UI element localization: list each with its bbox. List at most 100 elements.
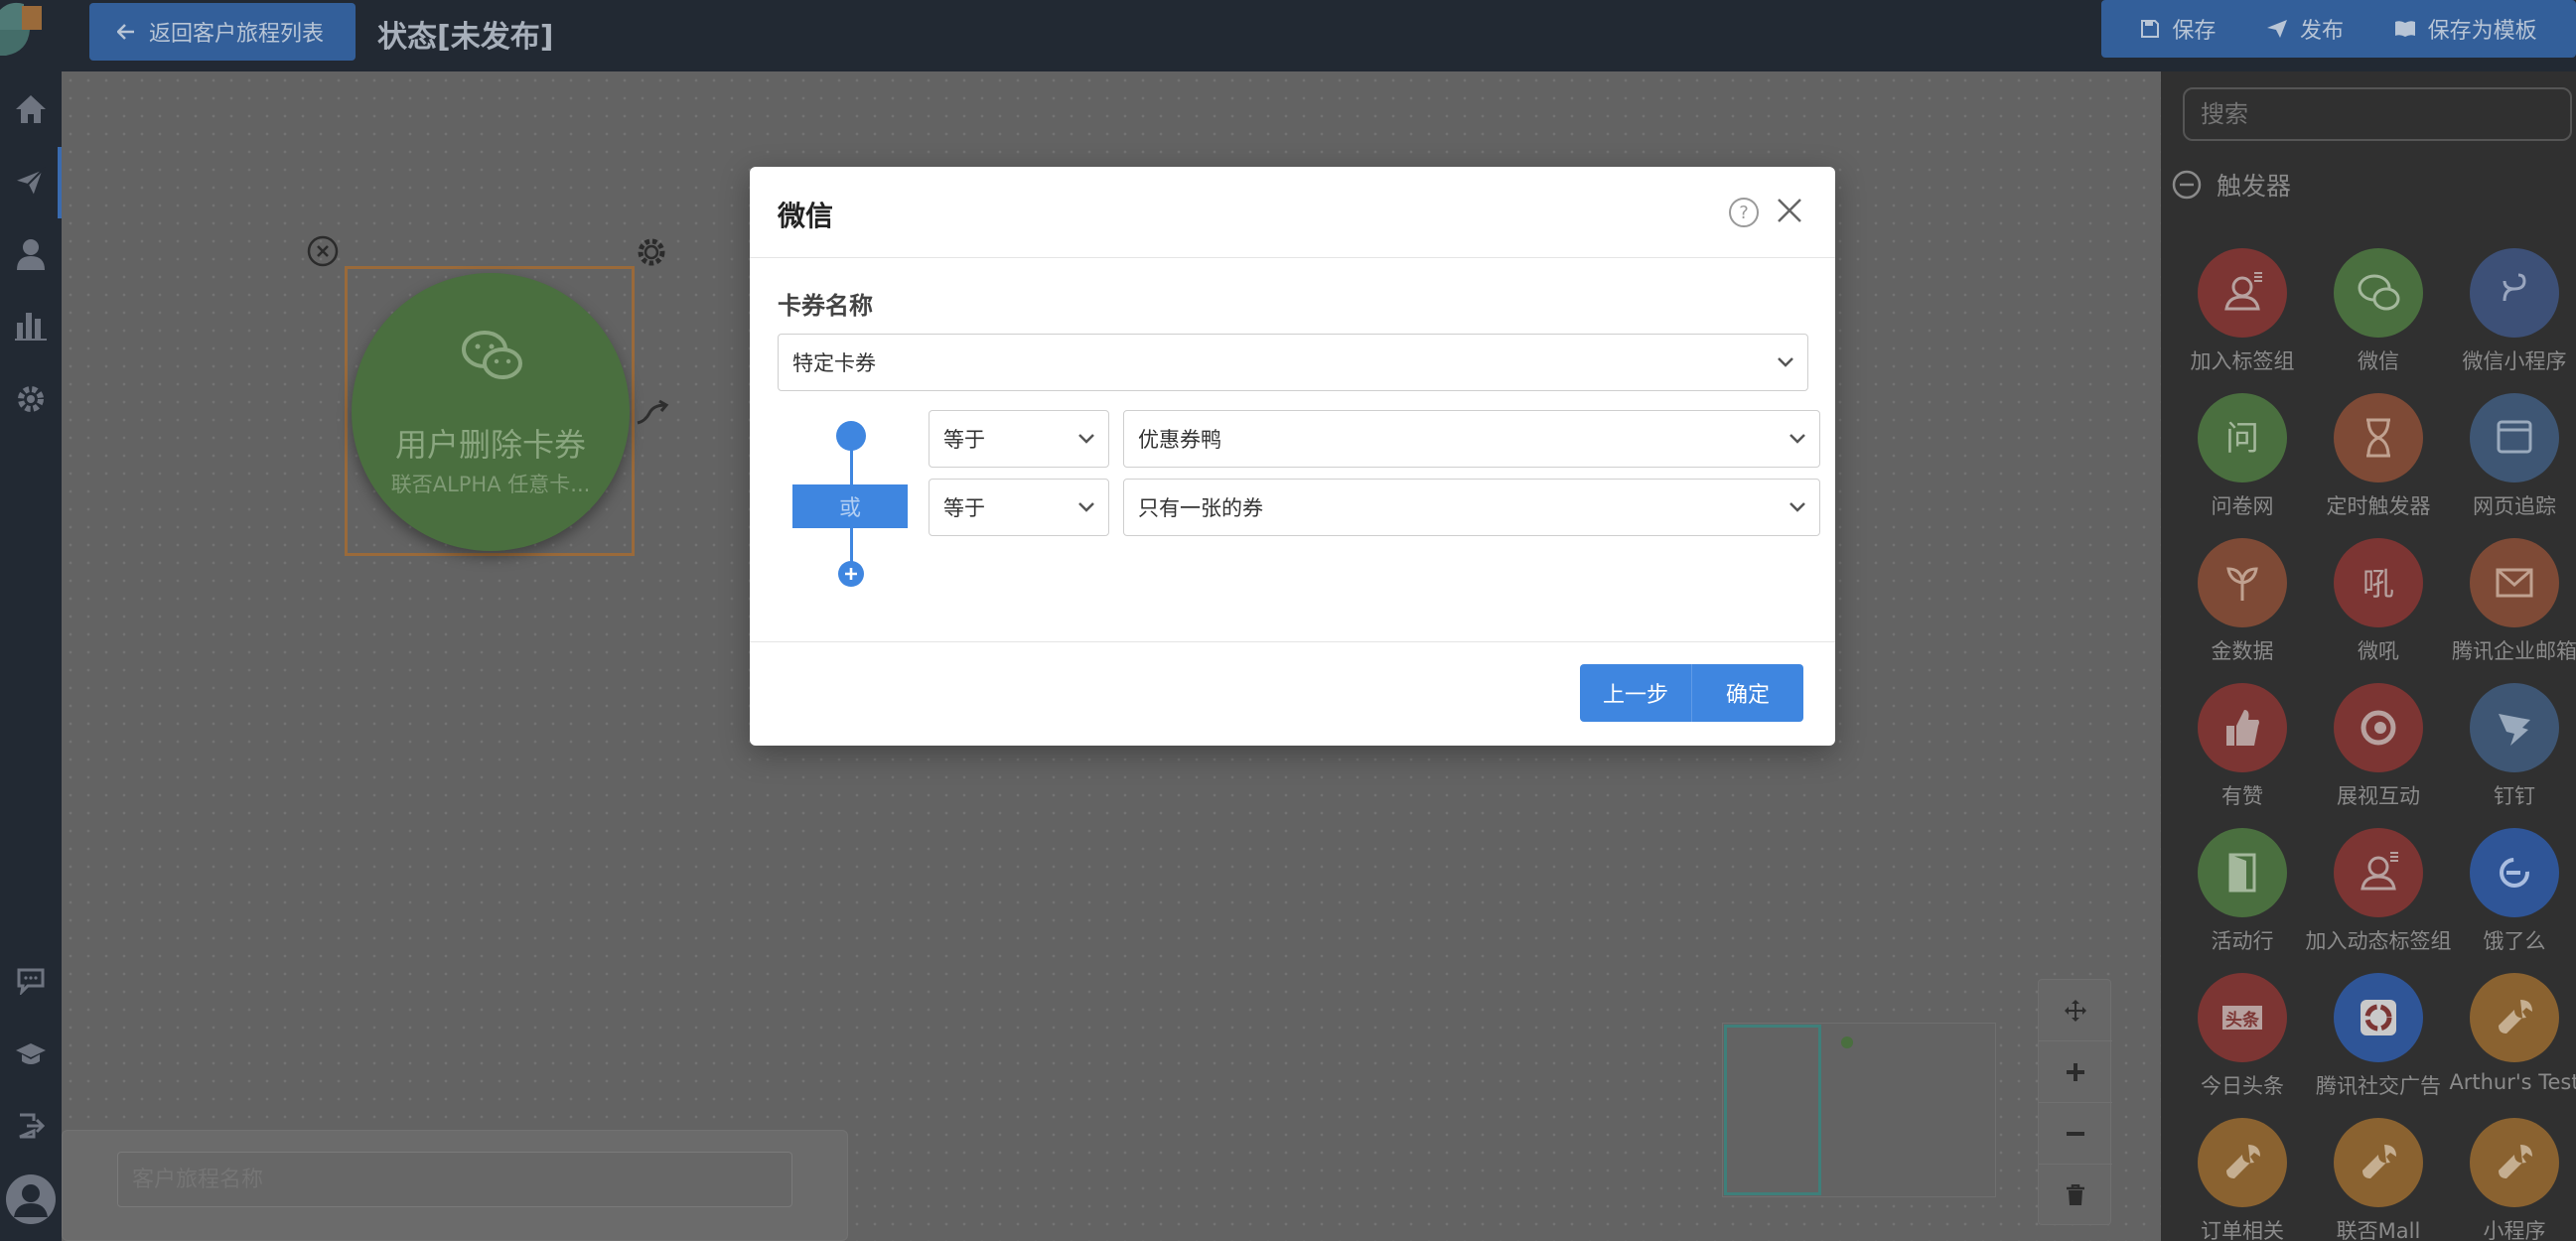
previous-step-button[interactable]: 上一步 <box>1580 664 1692 722</box>
save-as-template-button[interactable]: 保存为模板 <box>2394 13 2537 45</box>
trigger-tile[interactable]: 腾讯社交广告 <box>2306 973 2451 1118</box>
trigger-tile[interactable]: 问问卷网 <box>2170 393 2315 538</box>
trigger-tile[interactable]: 展视互动 <box>2306 683 2451 828</box>
trigger-tile[interactable]: 定时触发器 <box>2306 393 2451 538</box>
operator-value: 等于 <box>943 496 985 520</box>
minimap-viewport[interactable] <box>1724 1025 1821 1195</box>
publish-button[interactable]: 发布 <box>2266 13 2344 45</box>
trigger-tile-badge <box>2334 973 2423 1062</box>
svg-text:吼: 吼 <box>2362 565 2394 603</box>
top-actions: 保存 发布 保存为模板 <box>2101 0 2576 58</box>
trigger-tile-label: 腾讯企业邮箱 <box>2452 639 2576 663</box>
app-logo <box>0 0 48 58</box>
trigger-tile[interactable]: 金数据 <box>2170 538 2315 683</box>
minimap-node <box>1841 1036 1853 1048</box>
trigger-tile-badge <box>2198 538 2287 627</box>
left-sidebar <box>0 0 62 1241</box>
arrow-left-icon <box>117 24 134 40</box>
svg-text:问: 问 <box>2225 419 2259 459</box>
trigger-tile[interactable]: 订单相关 <box>2170 1118 2315 1241</box>
trigger-tile[interactable]: 加入标签组 <box>2170 248 2315 393</box>
graduation-cap-icon <box>16 1043 46 1064</box>
trigger-tile-badge <box>2470 973 2559 1062</box>
add-condition-button[interactable] <box>838 561 864 587</box>
trigger-tile[interactable]: 吼微吼 <box>2306 538 2451 683</box>
condition-value: 只有一张的券 <box>1138 496 1263 520</box>
trigger-tile-label: 钉钉 <box>2494 784 2535 808</box>
thumbs-up-icon <box>2226 710 2259 746</box>
trigger-tile[interactable]: 联否Mall <box>2306 1118 2451 1241</box>
chevron-down-icon <box>1778 357 1793 367</box>
trigger-node-wechat[interactable]: 用户删除卡券 联否ALPHA 任意卡... <box>352 273 630 551</box>
nav-analytics[interactable] <box>0 290 62 361</box>
trigger-tile[interactable]: Arthur's Test <box>2442 973 2576 1118</box>
wen-icon: 问 <box>2225 419 2259 459</box>
trigger-tile-badge <box>2470 393 2559 483</box>
trigger-section-header[interactable]: 触发器 <box>2171 167 2291 203</box>
card-name-label: 卡券名称 <box>778 292 873 320</box>
trigger-tile-badge <box>2334 1118 2423 1207</box>
move-icon <box>2065 999 2086 1022</box>
trigger-tile-label: 网页追踪 <box>2473 494 2556 518</box>
chevron-down-icon <box>1789 502 1805 512</box>
trigger-tile[interactable]: 腾讯企业邮箱 <box>2442 538 2576 683</box>
nav-journey[interactable] <box>0 147 62 218</box>
dialog-header: 微信 ? <box>750 167 1835 258</box>
circle-x-icon <box>307 235 339 267</box>
delete-button[interactable] <box>2039 1165 2112 1226</box>
user-avatar[interactable] <box>0 1164 62 1235</box>
eleme-icon <box>2500 858 2529 888</box>
trigger-tile[interactable]: 微信 <box>2306 248 2451 393</box>
component-search-input[interactable] <box>2183 87 2572 141</box>
help-button[interactable]: ? <box>1728 197 1760 232</box>
trigger-tile-badge <box>2334 393 2423 483</box>
node-remove-button[interactable] <box>306 234 340 272</box>
trigger-tile-badge <box>2334 248 2423 338</box>
collapse-icon <box>2172 170 2202 200</box>
connector-icon <box>637 399 669 425</box>
trigger-tile[interactable]: 有赞 <box>2170 683 2315 828</box>
trigger-tile[interactable]: 钉钉 <box>2442 683 2576 828</box>
back-to-journey-list-button[interactable]: 返回客户旅程列表 <box>89 3 356 61</box>
user-tag-icon <box>2224 272 2262 311</box>
save-button[interactable]: 保存 <box>2140 13 2216 45</box>
zoom-controls <box>2038 979 2112 1226</box>
trigger-tile[interactable]: 网页追踪 <box>2442 393 2576 538</box>
nav-chat[interactable] <box>0 945 62 1017</box>
trigger-tile[interactable]: 微信小程序 <box>2442 248 2576 393</box>
trigger-tile-badge <box>2198 248 2287 338</box>
dialog-close-button[interactable] <box>1776 197 1803 228</box>
nav-home[interactable] <box>0 73 62 145</box>
wechat-icon <box>2358 274 2400 311</box>
node-connect-handle[interactable] <box>636 399 669 431</box>
trigger-tile[interactable]: 头条 今日头条 <box>2170 973 2315 1118</box>
book-icon <box>2394 21 2415 37</box>
trigger-tile[interactable]: 加入动态标签组 <box>2306 828 2452 973</box>
card-type-select[interactable]: 特定卡券 <box>778 334 1808 391</box>
or-toggle-button[interactable]: 或 <box>792 484 908 528</box>
trigger-tile-badge: 吼 <box>2334 538 2423 627</box>
nav-logout[interactable] <box>0 1090 62 1162</box>
trigger-tile[interactable]: 活动行 <box>2170 828 2315 973</box>
confirm-button[interactable]: 确定 <box>1692 664 1803 722</box>
journey-status-title: 状态[未发布] <box>377 20 554 55</box>
condition-value-select-1[interactable]: 优惠券鸭 <box>1123 410 1820 468</box>
journey-name-input[interactable] <box>117 1152 792 1207</box>
nav-academy[interactable] <box>0 1019 62 1090</box>
wrench-icon <box>2362 1145 2396 1178</box>
nav-customers[interactable] <box>0 218 62 290</box>
connector-line <box>850 528 853 564</box>
node-settings-button[interactable] <box>634 234 669 274</box>
zoom-out-button[interactable] <box>2039 1103 2112 1165</box>
zoom-in-button[interactable] <box>2039 1041 2112 1103</box>
condition-operator-select-2[interactable]: 等于 <box>929 479 1109 536</box>
save-label: 保存 <box>2172 19 2217 44</box>
dialog-actions: 上一步 确定 <box>1580 664 1803 722</box>
condition-operator-select-1[interactable]: 等于 <box>929 410 1109 468</box>
trigger-tile[interactable]: 饿了么 <box>2442 828 2576 973</box>
browser-icon <box>2497 420 2532 454</box>
condition-value-select-2[interactable]: 只有一张的券 <box>1123 479 1820 536</box>
nav-settings[interactable] <box>0 363 62 435</box>
fit-view-button[interactable] <box>2039 980 2112 1041</box>
trigger-tile[interactable]: 小程序 <box>2442 1118 2576 1241</box>
